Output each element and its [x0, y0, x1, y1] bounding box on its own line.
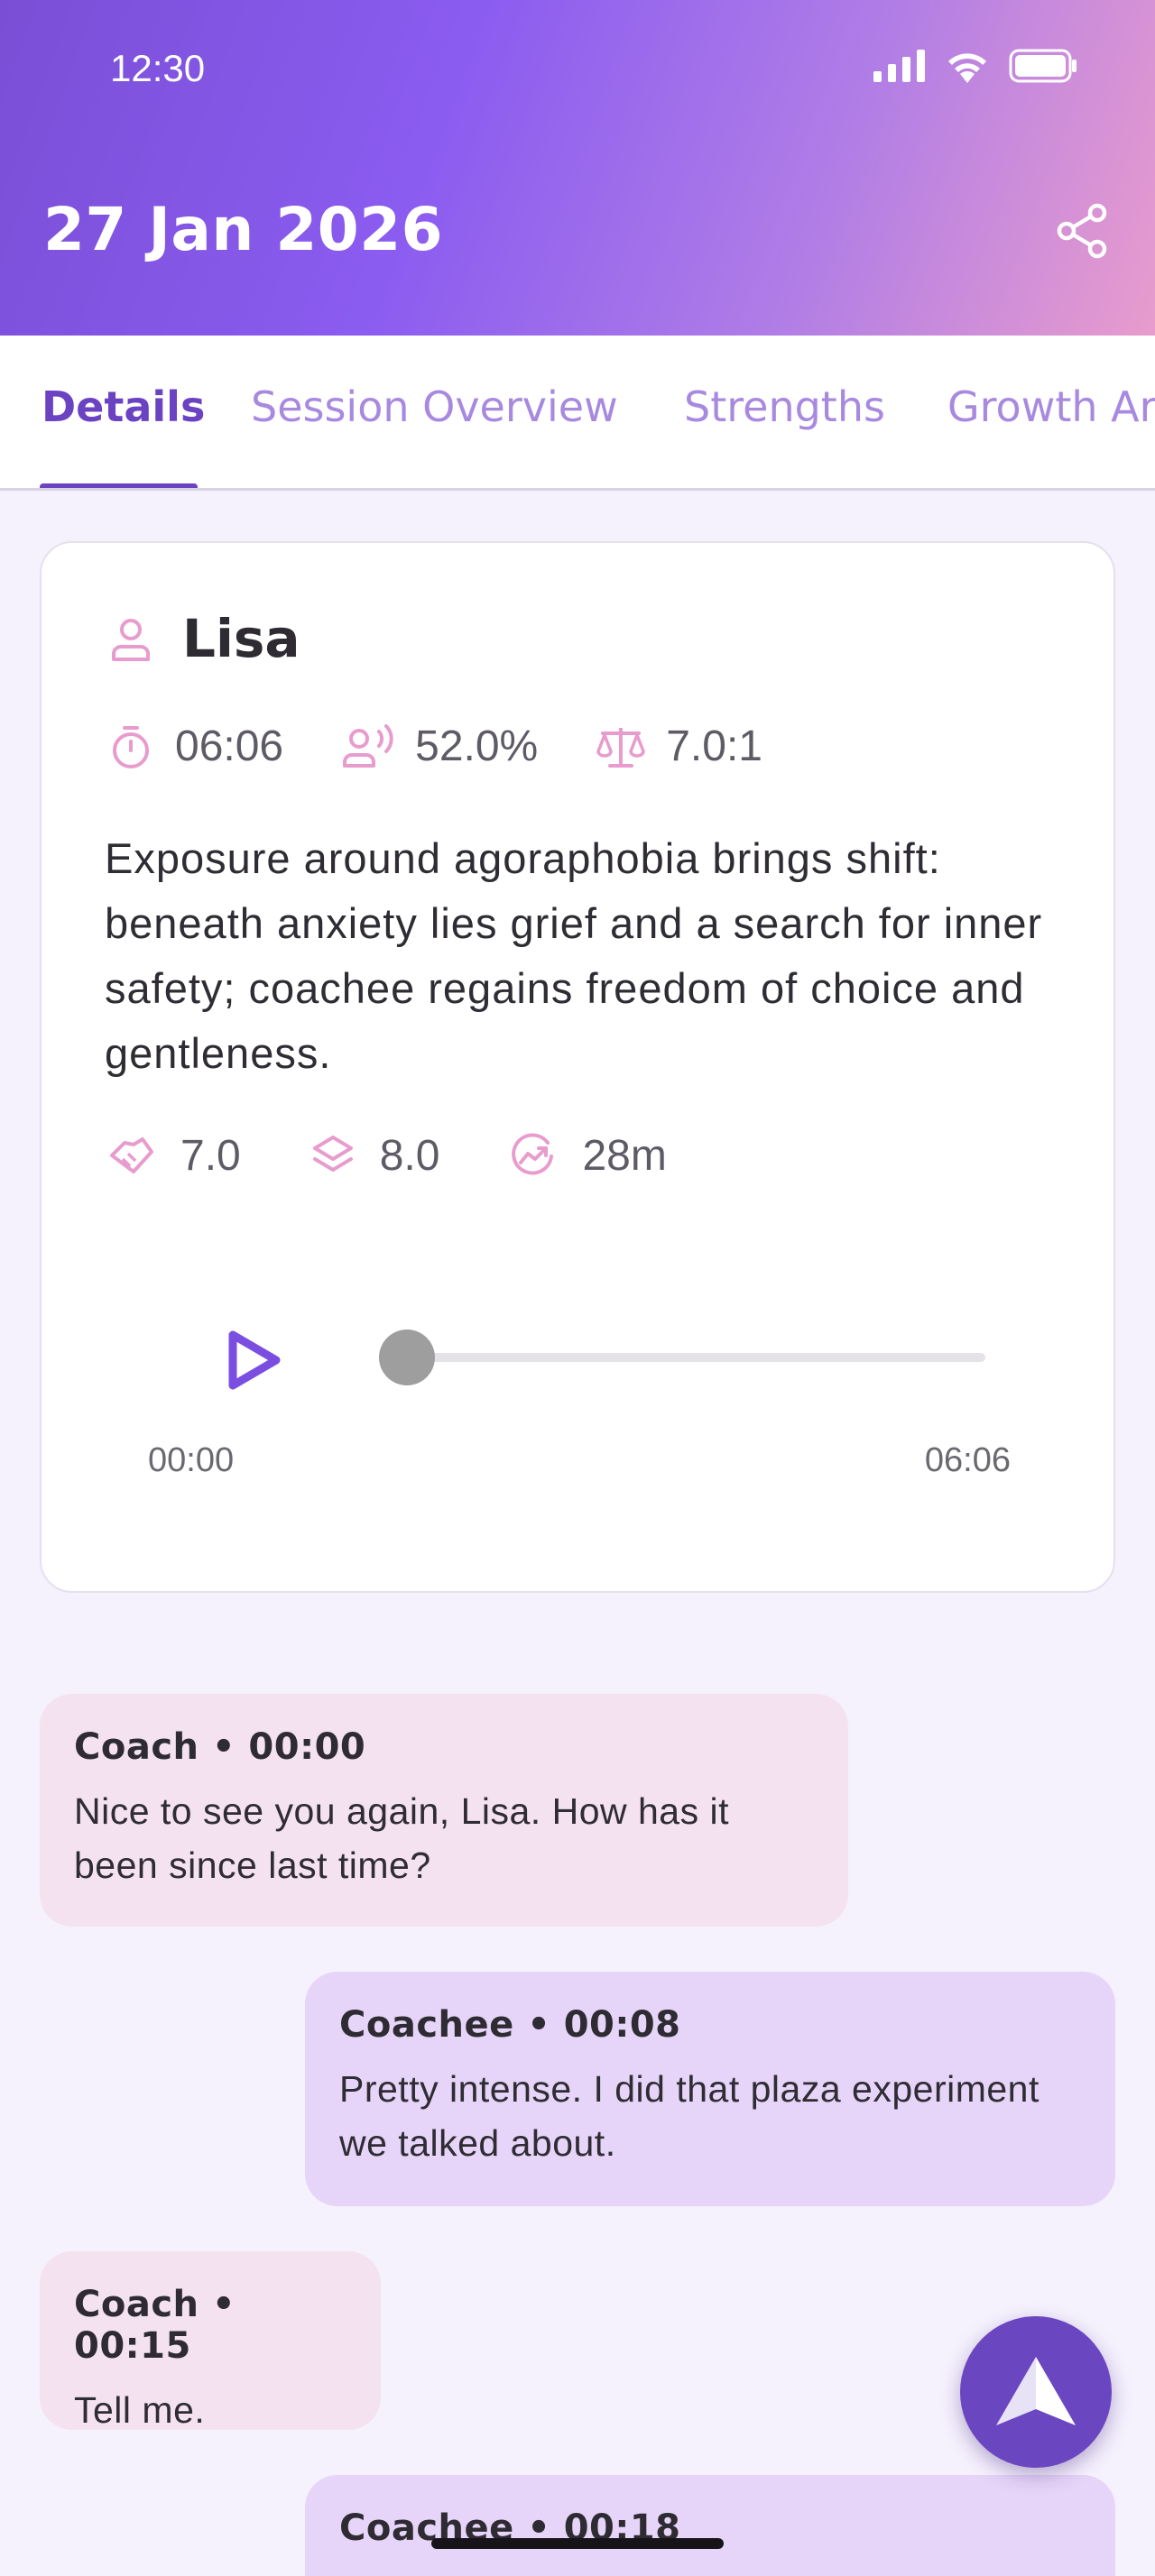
message-bubble: Coachee • 00:08 Pretty intense. I did th…	[305, 1972, 1115, 2206]
tab-details[interactable]: Details	[42, 382, 205, 431]
message-bubble: Coach • 00:00 Nice to see you again, Lis…	[40, 1694, 848, 1927]
tab-growth-areas[interactable]: Growth Areas	[947, 382, 1155, 431]
wifi-icon	[948, 53, 986, 83]
session-summary: Exposure around agoraphobia brings shift…	[105, 834, 1043, 1077]
status-icons	[873, 49, 1077, 83]
layers-icon	[312, 1135, 353, 1172]
share-icon	[1057, 203, 1107, 259]
scale-icon	[596, 727, 645, 768]
message-text: Pretty intense. I did that plaza experim…	[339, 2068, 1040, 2164]
message-text: Nice to see you again, Lisa. How has it …	[74, 1790, 729, 1886]
share-button[interactable]	[1054, 202, 1112, 260]
progress-metric: 28m	[508, 1131, 667, 1181]
audio-progress-track[interactable]	[420, 1353, 985, 1362]
message-bubble: Coach • 00:15 Tell me.	[40, 2251, 381, 2431]
handshake-icon	[110, 1136, 153, 1173]
app-header: 12:30 27 Jan 2026	[0, 0, 1155, 336]
battery-icon	[1009, 49, 1076, 83]
person-icon	[112, 619, 150, 661]
play-icon	[228, 1330, 281, 1390]
depth-metric: 8.0	[310, 1131, 440, 1181]
message-meta: Coachee • 00:08	[339, 2004, 681, 2046]
duration-value: 06:06	[175, 722, 284, 770]
depth-value: 8.0	[379, 1132, 440, 1180]
tab-indicator	[40, 483, 198, 488]
status-time: 12:30	[110, 47, 206, 89]
progress-value: 28m	[582, 1132, 667, 1180]
tab-strengths[interactable]: Strengths	[684, 382, 885, 431]
current-time: 00:00	[148, 1441, 235, 1479]
message-bubble: Coachee • 00:18	[305, 2475, 1115, 2576]
audio-progress-thumb[interactable]	[379, 1329, 435, 1385]
rapport-metric: 7.0	[106, 1131, 241, 1181]
session-card: Lisa 06:06 52.0% 7.0:1 Exposure around a…	[40, 541, 1115, 1593]
home-indicator	[431, 2538, 724, 2549]
coachee-name: Lisa	[182, 608, 300, 669]
session-stats: 06:06 52.0% 7.0:1	[106, 722, 820, 771]
signal-icon	[873, 50, 925, 82]
balance-value: 7.0:1	[666, 722, 762, 770]
trending-up-icon	[512, 1133, 554, 1175]
talk-ratio-stat: 52.0%	[341, 722, 538, 771]
total-time: 06:06	[924, 1441, 1011, 1479]
stopwatch-icon	[113, 725, 149, 768]
assistant-fab[interactable]	[960, 2316, 1112, 2468]
message-meta: Coach • 00:15	[74, 2284, 236, 2367]
tab-session-overview[interactable]: Session Overview	[251, 382, 618, 431]
page-title: 27 Jan 2026	[43, 195, 444, 264]
play-button[interactable]	[206, 1315, 296, 1405]
talk-ratio-value: 52.0%	[415, 722, 539, 770]
speaking-person-icon	[343, 723, 393, 768]
duration-stat: 06:06	[106, 722, 283, 771]
tab-bar: Details Session Overview Strengths Growt…	[0, 336, 1155, 491]
message-text: Tell me.	[74, 2389, 206, 2431]
session-metrics: 7.0 8.0 28m	[106, 1131, 735, 1181]
coachee-name-row: Lisa	[106, 608, 300, 669]
rapport-value: 7.0	[180, 1132, 241, 1180]
triangle-logo-icon	[996, 2357, 1076, 2425]
balance-stat: 7.0:1	[596, 722, 762, 771]
message-meta: Coach • 00:00	[74, 1726, 366, 1768]
